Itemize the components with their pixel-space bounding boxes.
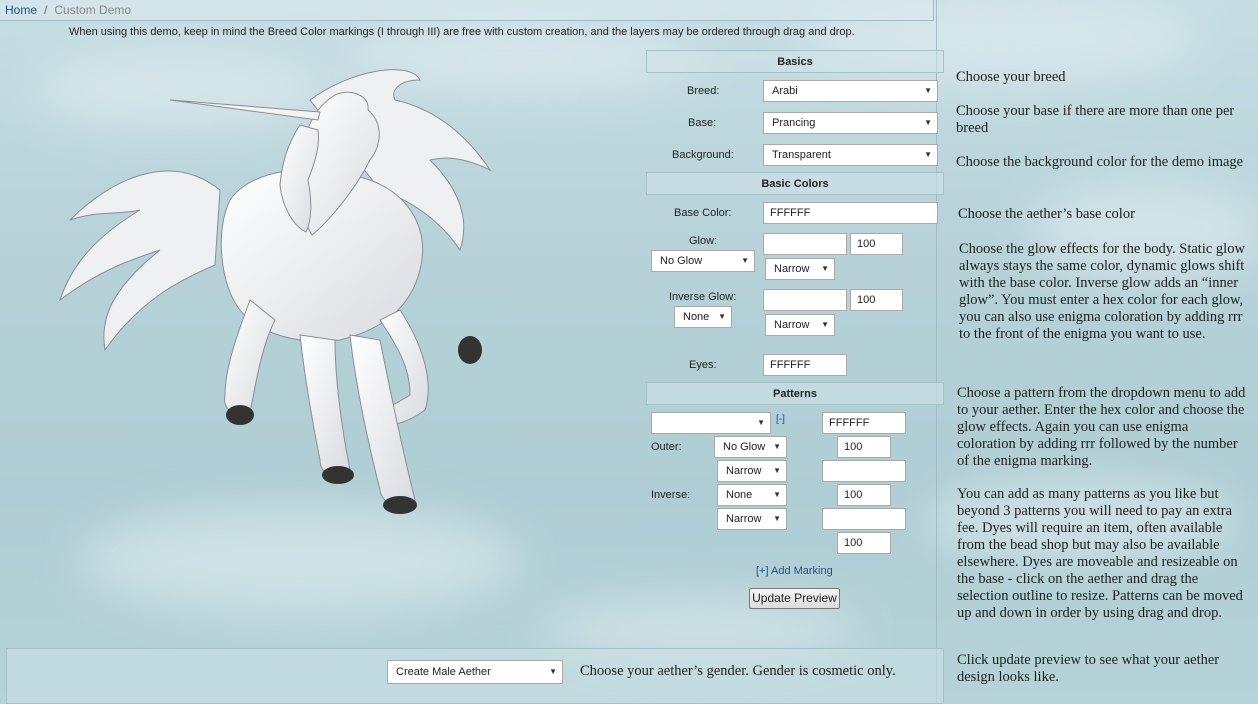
chevron-down-icon: ▼: [773, 514, 781, 523]
chevron-down-icon: ▼: [773, 466, 781, 475]
inverse-glow-color-input[interactable]: [763, 289, 847, 311]
chevron-down-icon: ▼: [821, 264, 829, 273]
inverse-type-select[interactable]: None ▼: [717, 484, 787, 506]
eyes-label: Eyes:: [689, 359, 717, 371]
chevron-down-icon: ▼: [773, 490, 781, 499]
base-select-value: Prancing: [772, 117, 816, 129]
eyes-color-input[interactable]: FFFFFF: [763, 354, 847, 376]
base-select[interactable]: Prancing ▼: [763, 112, 938, 134]
inverse-color-input[interactable]: [822, 508, 906, 530]
glow-width-value: Narrow: [774, 263, 810, 275]
chevron-down-icon: ▼: [924, 118, 932, 127]
guide-pattern: Choose a pattern from the dropdown menu …: [957, 385, 1246, 469]
notice-text: When using this demo, keep in mind the B…: [69, 26, 855, 38]
chevron-down-icon: ▼: [718, 312, 726, 321]
guide-more-patterns: You can add as many patterns as you like…: [957, 486, 1243, 621]
outer-glow-type-value: No Glow: [723, 441, 766, 453]
guide-update: Click update preview to see what your ae…: [957, 652, 1220, 685]
glow-width-select[interactable]: Narrow ▼: [765, 258, 835, 280]
base-color-input[interactable]: FFFFFF: [763, 202, 938, 224]
outer-glow-width-value: Narrow: [726, 465, 762, 477]
breadcrumb-separator: /: [44, 3, 48, 17]
guide-glow: Choose the glow effects for the body. St…: [959, 241, 1245, 342]
inverse-label: Inverse:: [651, 489, 691, 501]
pattern-color-input[interactable]: FFFFFF: [822, 412, 906, 434]
inverse-width-select[interactable]: Narrow ▼: [717, 508, 787, 530]
chevron-down-icon: ▼: [549, 667, 557, 676]
chevron-down-icon: ▼: [741, 256, 749, 265]
inverse-glow-type-value: None: [683, 311, 710, 323]
add-marking-link[interactable]: [+] Add Marking: [756, 565, 833, 577]
aether-preview-image[interactable]: [50, 50, 530, 530]
chevron-down-icon: ▼: [773, 442, 781, 451]
inverse-glow-opacity-input[interactable]: 100: [850, 289, 903, 311]
inverse-glow-label: Inverse Glow:: [669, 291, 737, 303]
background-select[interactable]: Transparent ▼: [763, 144, 938, 166]
outer-glow-type-select[interactable]: No Glow ▼: [714, 436, 787, 458]
outer-label: Outer:: [651, 441, 682, 453]
chevron-down-icon: ▼: [924, 150, 932, 159]
inverse-width-value: Narrow: [726, 513, 762, 525]
breadcrumb-current: Custom Demo: [54, 3, 132, 17]
inverse-glow-width-value: Narrow: [774, 319, 810, 331]
chevron-down-icon: ▼: [924, 86, 932, 95]
background-label: Background:: [672, 149, 734, 161]
guide-base: Choose your base if there are more than …: [956, 103, 1235, 136]
glow-opacity-input[interactable]: 100: [850, 233, 903, 255]
inverse-type-value: None: [726, 489, 753, 501]
breed-select-value: Arabi: [772, 85, 798, 97]
outer-glow-opacity-input[interactable]: 100: [837, 436, 891, 458]
breed-label: Breed:: [687, 85, 720, 97]
glow-label: Glow:: [689, 235, 718, 247]
gender-select-value: Create Male Aether: [396, 666, 491, 678]
pattern-select[interactable]: ▼: [651, 412, 771, 434]
glow-color-input[interactable]: [763, 233, 847, 255]
update-preview-button[interactable]: Update Preview: [749, 588, 840, 609]
background-select-value: Transparent: [772, 149, 831, 161]
guide-breed: Choose your breed: [956, 69, 1066, 85]
base-label: Base:: [688, 117, 717, 129]
remove-marking-link[interactable]: [-]: [776, 414, 785, 425]
basic-colors-heading: Basic Colors: [646, 172, 944, 195]
base-color-label: Base Color:: [674, 207, 732, 219]
gender-note: Choose your aether’s gender. Gender is c…: [580, 663, 896, 679]
breadcrumb: Home / Custom Demo: [0, 0, 934, 21]
guide-background: Choose the background color for the demo…: [956, 154, 1244, 170]
gender-select[interactable]: Create Male Aether ▼: [387, 660, 563, 684]
glow-type-select[interactable]: No Glow ▼: [651, 250, 755, 272]
breadcrumb-home-link[interactable]: Home: [5, 3, 37, 17]
inverse-opacity-input[interactable]: 100: [837, 484, 891, 506]
outer-glow-color-input[interactable]: [822, 460, 906, 482]
patterns-heading: Patterns: [646, 382, 944, 405]
chevron-down-icon: ▼: [821, 320, 829, 329]
inverse-glow-width-select[interactable]: Narrow ▼: [765, 314, 835, 336]
inverse-glow-type-select[interactable]: None ▼: [674, 306, 732, 328]
basics-heading: Basics: [646, 50, 944, 73]
outer-glow-width-select[interactable]: Narrow ▼: [717, 460, 787, 482]
inverse-color-opacity-input[interactable]: 100: [837, 532, 891, 554]
glow-type-value: No Glow: [660, 255, 703, 267]
breed-select[interactable]: Arabi ▼: [763, 80, 938, 102]
guide-base-color: Choose the aether’s base color: [958, 206, 1135, 222]
chevron-down-icon: ▼: [757, 418, 765, 427]
